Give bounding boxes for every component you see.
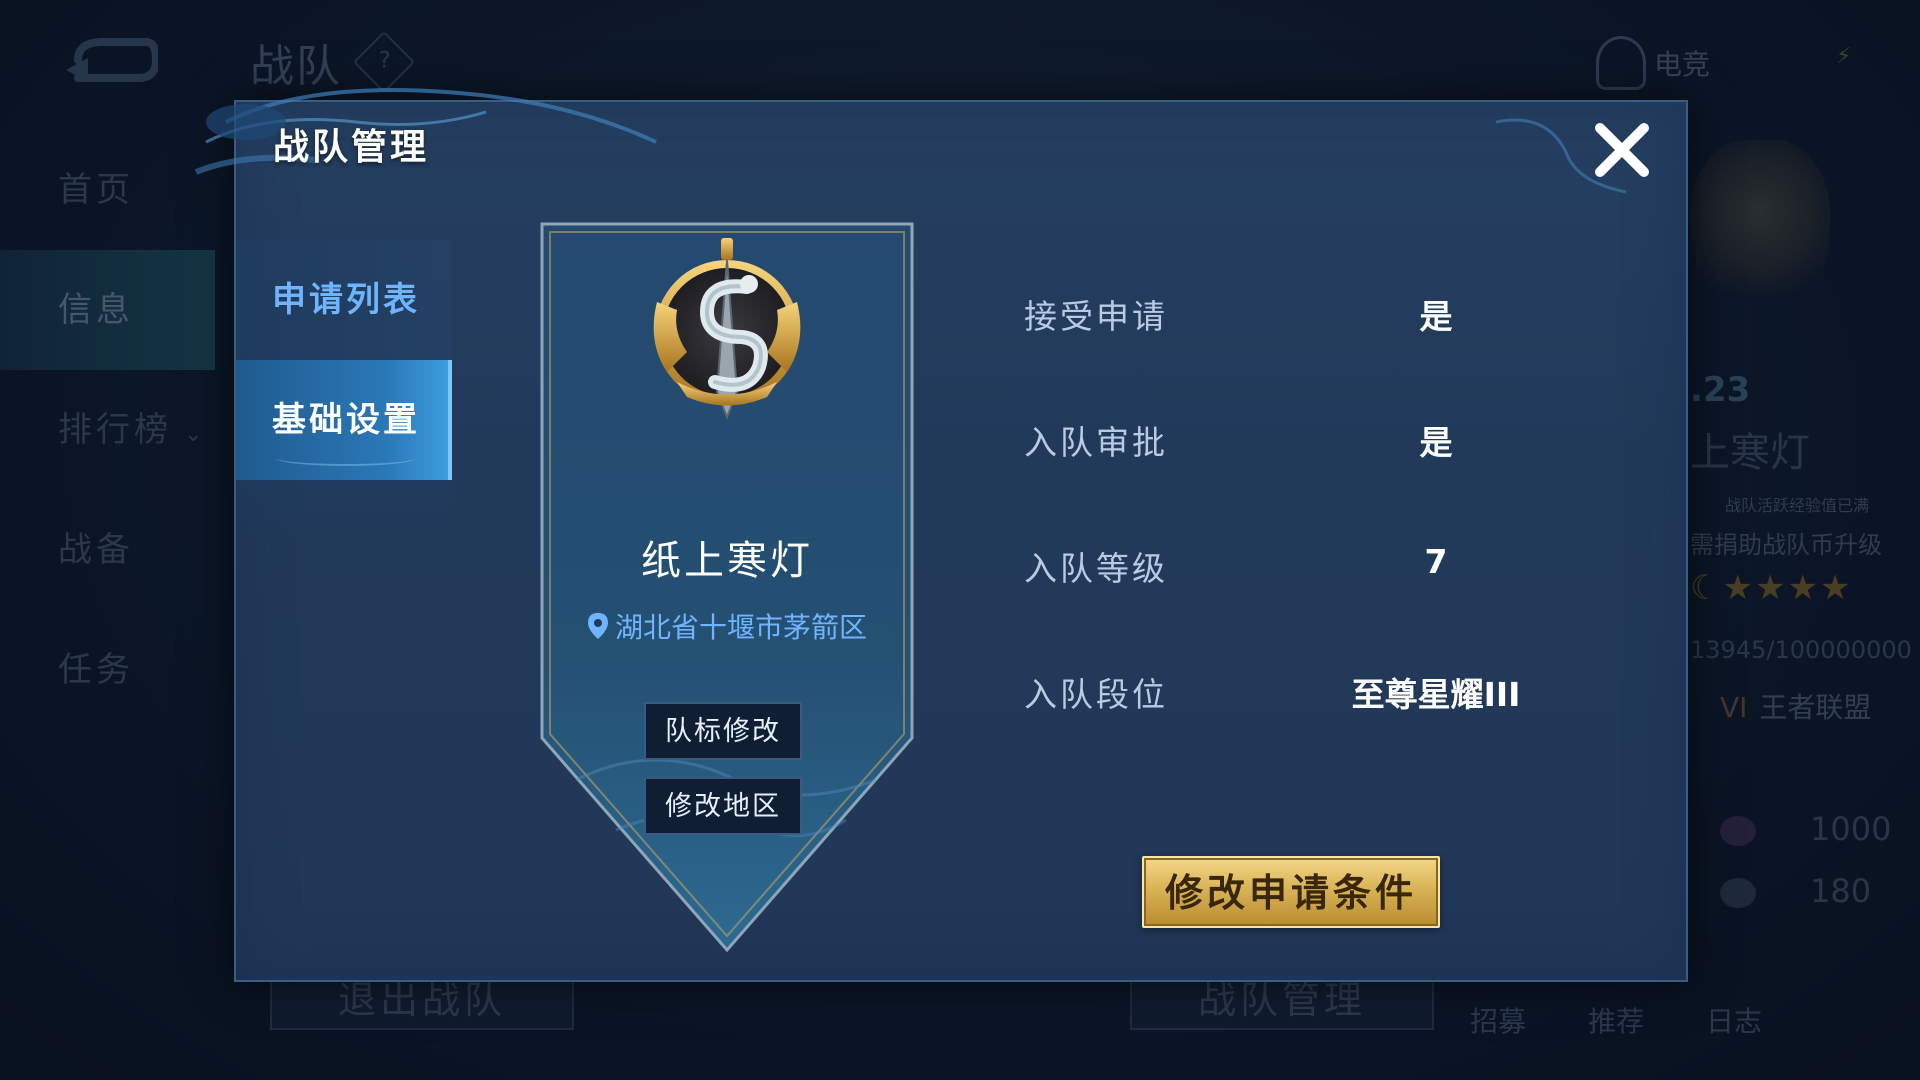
tab-shadow [236, 480, 452, 540]
location-text: 湖北省十堰市茅箭区 [614, 611, 867, 644]
close-icon[interactable] [1588, 116, 1656, 184]
setting-label-join-level: 入队等级 [1024, 549, 1168, 588]
tab-application-list[interactable]: 申请列表 [236, 240, 452, 360]
tab-basic-settings[interactable]: 基础设置 [236, 360, 452, 480]
screen: 战队 ? 电竞 ⚡ 首页 信息 排行榜 ⌄ 战备 任务 退出战队 战队管理 .23… [0, 0, 1920, 1080]
setting-label-accept-applications: 接受申请 [1024, 297, 1168, 336]
setting-value-join-approval: 是 [1419, 423, 1453, 462]
team-emblem-icon[interactable] [637, 232, 817, 422]
team-management-dialog: 战队管理 申请列表 基础设置 纸上寒灯 湖北省十堰市茅箭区 队标修改 修改地区 … [194, 88, 1688, 982]
location-pin-icon [587, 613, 608, 639]
dialog-title: 战队管理 [273, 127, 430, 168]
setting-label-join-rank: 入队段位 [1024, 675, 1168, 714]
close-cloud-ornament [1495, 118, 1627, 194]
team-location: 湖北省十堰市茅箭区 [536, 606, 918, 646]
team-banner: 纸上寒灯 湖北省十堰市茅箭区 队标修改 修改地区 [536, 220, 918, 960]
change-logo-button[interactable]: 队标修改 [644, 702, 802, 760]
setting-label-join-approval: 入队审批 [1024, 423, 1168, 462]
setting-value-join-rank: 至尊星耀III [1351, 675, 1521, 714]
setting-value-join-level: 7 [1424, 542, 1448, 581]
modify-conditions-button[interactable]: 修改申请条件 [1142, 856, 1440, 928]
setting-value-accept-applications: 是 [1419, 297, 1453, 336]
change-region-button[interactable]: 修改地区 [644, 777, 802, 835]
team-name: 纸上寒灯 [641, 538, 813, 584]
dialog-tabs: 申请列表 基础设置 [236, 240, 452, 540]
